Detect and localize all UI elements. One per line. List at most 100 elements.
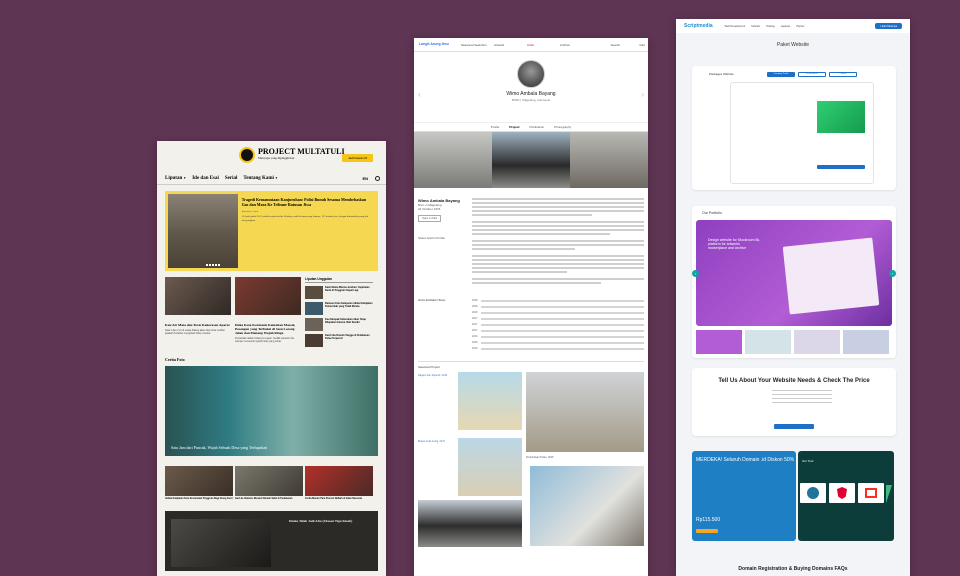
article-image bbox=[235, 277, 301, 315]
list-item[interactable]: Jauh ke Ibukota: Menanti Rumah Sakit di … bbox=[235, 466, 303, 501]
project-image[interactable] bbox=[526, 372, 644, 452]
tab-ecommerce[interactable]: E-Commerce bbox=[798, 72, 826, 77]
open-artist-button[interactable]: Open in Artist bbox=[418, 215, 442, 222]
popular-list: Liputan Unggulan Kami Mama Marina Jeruha… bbox=[305, 277, 373, 347]
portfolio-thumb[interactable] bbox=[696, 330, 742, 354]
subscribe-button[interactable]: Jadi Kawan M bbox=[342, 154, 373, 162]
portfolio-screenshot: Langit Arung Ilmu Seasonal Selection Art… bbox=[414, 38, 648, 576]
article-card[interactable]: Kau Air Mata dan Toxic Kekerasan Aparat … bbox=[165, 277, 231, 347]
exhibition-row: 2017 bbox=[472, 323, 644, 326]
article-card[interactable]: Duka Kota Kormanis Kematian Massal, Pesa… bbox=[235, 277, 301, 347]
portfolio-thumb[interactable] bbox=[843, 330, 889, 354]
multatuli-header: PROJECT MULTATULI Menyapa yang dipinggir… bbox=[157, 141, 386, 173]
packages-box: Packages Website Company Profile E-Comme… bbox=[692, 66, 896, 190]
menu-item[interactable]: Layanan bbox=[781, 25, 791, 28]
portfolio-thumb[interactable] bbox=[794, 330, 840, 354]
logo-mark-icon bbox=[239, 147, 255, 163]
featured-title[interactable]: Tragedi Kemanusiaan Kanjuruhan: Polisi B… bbox=[242, 197, 371, 207]
chevron-left-icon[interactable]: ‹ bbox=[692, 270, 699, 277]
project-image[interactable] bbox=[530, 466, 644, 546]
exhibition-row: 2017 bbox=[472, 329, 644, 332]
chevron-right-icon[interactable]: › bbox=[641, 90, 644, 99]
menu-item[interactable]: Web Development bbox=[725, 25, 746, 28]
vue-icon bbox=[886, 485, 892, 503]
nav-serial[interactable]: Serial bbox=[225, 176, 238, 181]
search-link[interactable]: Search bbox=[610, 43, 620, 47]
review-block[interactable]: Dunia Telah Jadi Abu (Ulasan Tiga Kisah) bbox=[165, 511, 378, 571]
list-item[interactable]: Kami Mama Marina Jeruhan: Kejahatan Dara… bbox=[305, 286, 373, 299]
tell-us-title: Tell Us About Your Website Needs & Check… bbox=[718, 378, 870, 384]
list-item[interactable]: Kasih Ibu Rumah Tangga di Pedalaman Pula… bbox=[305, 334, 373, 347]
brand-logo[interactable]: Langit Arung Ilmu bbox=[419, 42, 449, 47]
portfolio-thumb[interactable] bbox=[745, 330, 791, 354]
nav-tentang[interactable]: Tentang Kami▼ bbox=[243, 176, 278, 181]
menu-archive[interactable]: Archive bbox=[560, 43, 593, 47]
exhibition-row: 2016 bbox=[472, 347, 644, 350]
exhibition-row: 2018 bbox=[472, 305, 644, 308]
photo-row: Akibat Kebijakan Kota Kecamatan Pinggira… bbox=[165, 466, 378, 501]
portfolio-hero[interactable]: Design website for Stockroom 5k, platfor… bbox=[696, 220, 892, 326]
artist-location: BORU, Magelang, Indonesia bbox=[511, 98, 551, 102]
menu-artist[interactable]: Artist bbox=[527, 43, 560, 47]
menu-artwork[interactable]: Artwork bbox=[494, 43, 527, 47]
featured-meta: Reportase 3 min bbox=[241, 210, 259, 213]
portfolio-box: Our Portfolio Design website for Stockro… bbox=[692, 206, 896, 358]
project-caption: Perlombaan Pulau, 2015 bbox=[526, 456, 554, 459]
selected-project-heading: Selected Project bbox=[418, 361, 644, 369]
list-item[interactable]: Cerita Muram Para Pencari Nafkah di Jala… bbox=[305, 466, 373, 501]
featured-article[interactable]: Tragedi Kemanusiaan Kanjuruhan: Polisi B… bbox=[165, 191, 378, 271]
wordpress-icon bbox=[800, 483, 826, 503]
nav-liputan[interactable]: Liputan▼ bbox=[165, 176, 186, 181]
menu-item[interactable]: Hosting bbox=[766, 25, 774, 28]
cart-link[interactable]: Cart bbox=[639, 43, 645, 47]
menu-seasonal[interactable]: Seasonal Selection bbox=[461, 43, 494, 47]
project-caption[interactable]: Bukan Anak Asing, 2017 bbox=[418, 440, 452, 443]
promo-button[interactable] bbox=[696, 529, 718, 533]
article-title[interactable]: Duka Kota Kormanis Kematian Massal, Pesa… bbox=[235, 323, 301, 335]
faq-heading: Domain Registration & Buying Domains FAQ… bbox=[738, 566, 848, 572]
tab-publication[interactable]: Publication bbox=[529, 125, 544, 129]
tools-box: Our Tool bbox=[798, 451, 894, 541]
project-caption[interactable]: Ragam dan Sejarah, 2019 bbox=[418, 374, 452, 377]
exhibition-year: 2018 bbox=[472, 305, 478, 308]
project-image[interactable] bbox=[418, 500, 522, 547]
list-item[interactable]: Kau Dampak Keburukan Akan Tetap Dilupaka… bbox=[305, 318, 373, 331]
avatar bbox=[517, 60, 545, 88]
article-grid: Kau Air Mata dan Toxic Kekerasan Aparat … bbox=[165, 277, 378, 347]
tab-profile[interactable]: Profile bbox=[491, 125, 500, 129]
list-item[interactable]: Ratusan Kota Kelaparan Akibat Kebijakan … bbox=[305, 302, 373, 315]
featured-summary: 10 April pukul 20.15 adalah waktu ketika… bbox=[241, 215, 368, 222]
cta-button[interactable]: Lihat Paketnya bbox=[875, 23, 902, 29]
review-title[interactable]: Dunia Telah Jadi Abu (Ulasan Tiga Kisah) bbox=[289, 519, 352, 523]
nav-ide-esai[interactable]: Ide dan Esai bbox=[192, 176, 219, 181]
promo-title: MERDEKA! Seluruh Domain .id Diskon 50% bbox=[696, 457, 795, 463]
tab-photography[interactable]: Photography bbox=[554, 125, 571, 129]
menu-item[interactable]: Partner bbox=[796, 25, 804, 28]
list-item[interactable]: Akibat Kebijakan Kota Kecamatan Pinggira… bbox=[165, 466, 233, 501]
article-title[interactable]: Kau Air Mata dan Toxic Kekerasan Aparat bbox=[165, 323, 231, 327]
photo-caption[interactable]: Satu Jam dari Puncak, Wajah Sebuah Desa … bbox=[171, 445, 267, 450]
exhibition-year: 2016 bbox=[472, 335, 478, 338]
chevron-down-icon: ▼ bbox=[183, 176, 187, 180]
project-image[interactable] bbox=[458, 372, 522, 430]
order-button[interactable] bbox=[817, 165, 865, 169]
exhibition-section: Artist's Exhibition History 2018 2018 2018… bbox=[414, 289, 648, 353]
multatuli-logo[interactable]: PROJECT MULTATULI Menyapa yang dipinggir… bbox=[239, 147, 345, 163]
menu-item[interactable]: Solution bbox=[751, 25, 760, 28]
package-preview bbox=[817, 101, 865, 133]
domain-promo[interactable]: MERDEKA! Seluruh Domain .id Diskon 50% R… bbox=[692, 451, 796, 541]
chevron-left-icon[interactable]: ‹ bbox=[418, 90, 421, 99]
tab-custom[interactable]: Custom bbox=[829, 72, 857, 77]
tab-project[interactable]: Project bbox=[509, 125, 519, 129]
brand-logo[interactable]: Scriptmedia bbox=[684, 23, 713, 29]
chevron-right-icon[interactable]: › bbox=[889, 270, 896, 277]
carousel-dots[interactable] bbox=[206, 264, 220, 266]
project-image[interactable] bbox=[458, 438, 522, 496]
artist-name: Wimo Ambala Bayang bbox=[506, 91, 556, 97]
exhibition-row: 2018 bbox=[472, 299, 644, 302]
tab-company-profile[interactable]: Company Profile bbox=[767, 72, 795, 77]
language-toggle[interactable]: EN bbox=[362, 176, 368, 181]
search-icon[interactable] bbox=[375, 176, 380, 181]
photo-story[interactable]: Satu Jam dari Puncak, Wajah Sebuah Desa … bbox=[165, 366, 378, 456]
check-price-button[interactable] bbox=[774, 424, 814, 429]
